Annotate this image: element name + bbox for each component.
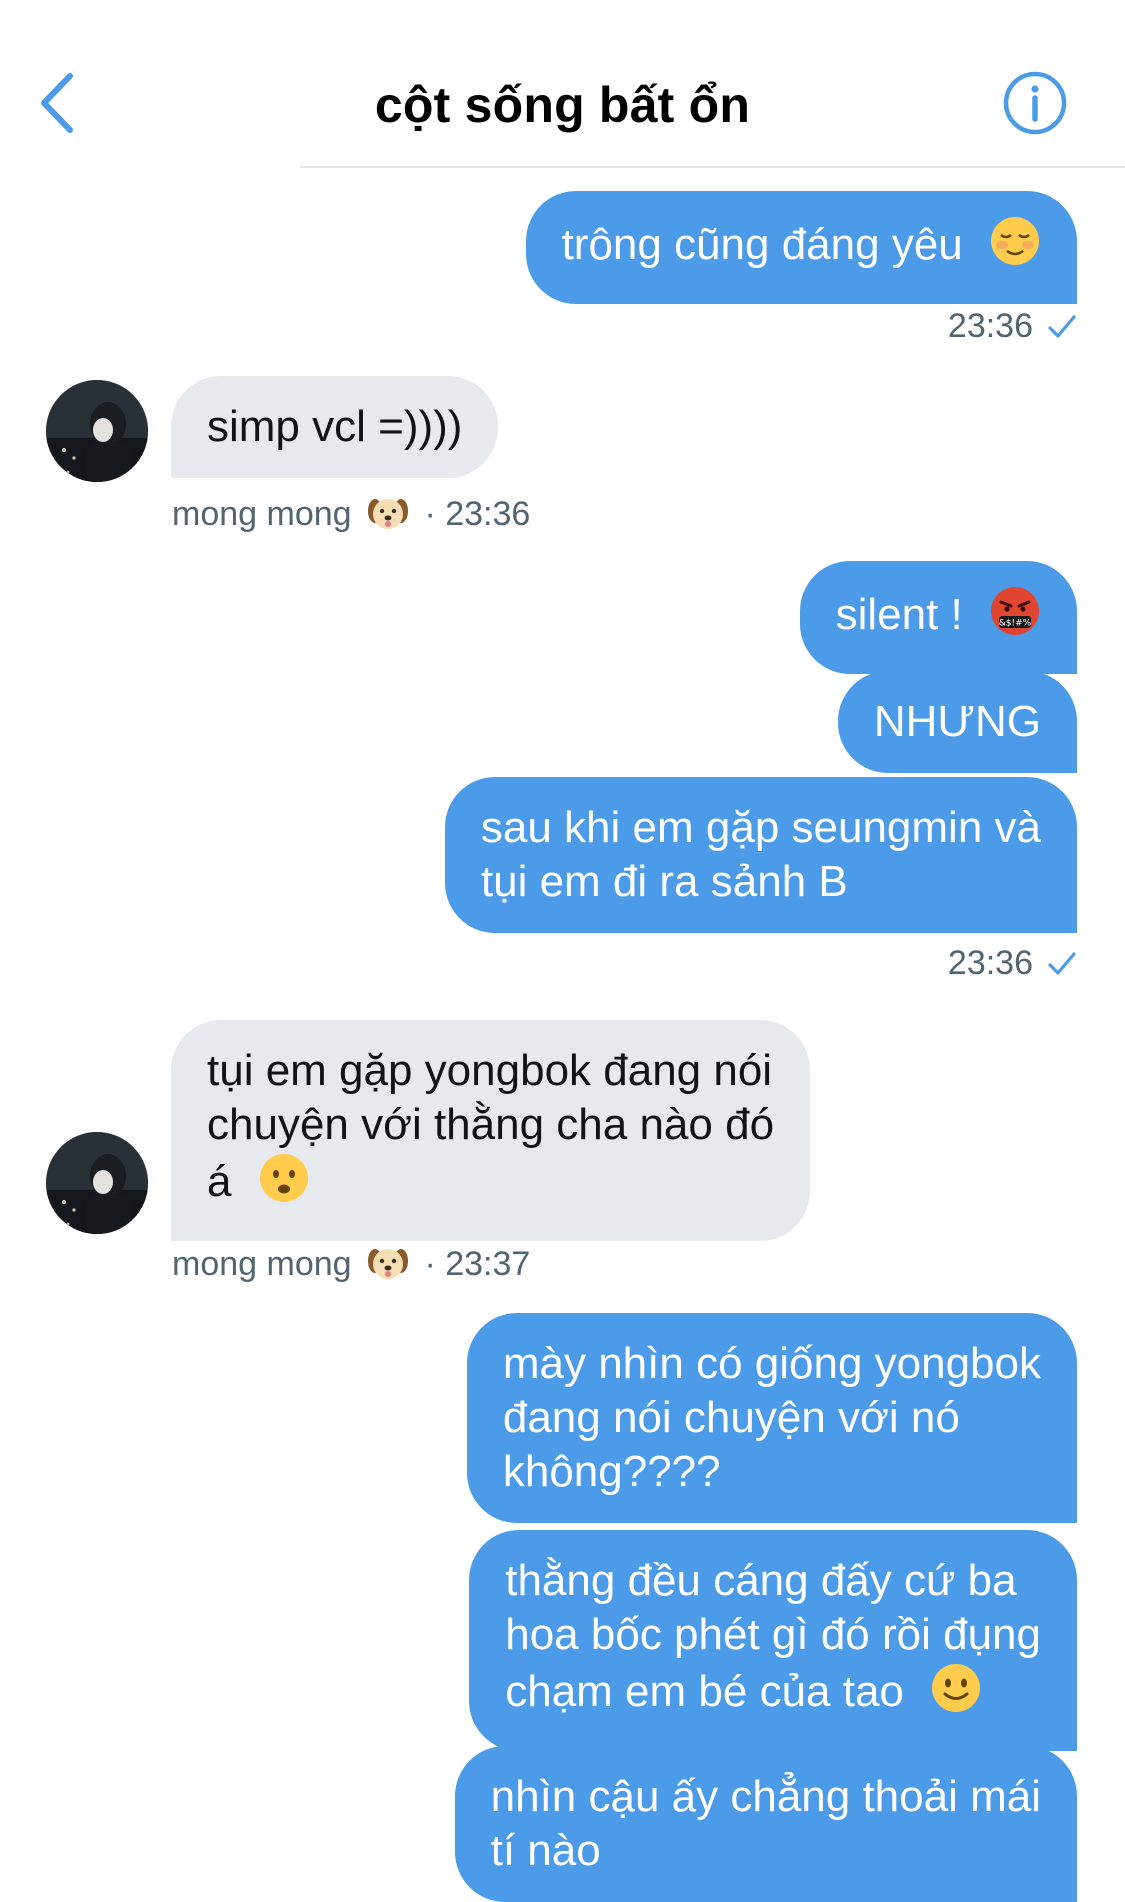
info-button[interactable]	[1002, 70, 1068, 136]
message-meta: mong mong · 23:37	[172, 1243, 530, 1292]
slightly-smiling-emoji	[930, 1662, 982, 1727]
conversation-title: cột sống bất ổn	[374, 77, 751, 133]
message-bubble-outgoing[interactable]: sau khi em gặp seungmin và tụi em đi ra …	[444, 777, 1077, 933]
timestamp-text: · 23:37	[424, 1245, 531, 1283]
timestamp-text: 23:36	[947, 307, 1033, 345]
cursing-face-emoji: &$!#%	[989, 585, 1041, 650]
check-icon	[1047, 948, 1077, 987]
message-timestamp: 23:36	[948, 944, 1077, 987]
message-line: tụi em gặp yongbok đang nói	[207, 1046, 773, 1095]
message-line: sau khi em gặp seungmin và	[480, 803, 1041, 852]
message-bubble-incoming[interactable]: tụi em gặp yongbok đang nói chuyện với t…	[171, 1020, 811, 1241]
message-line: đang nói chuyện với nó	[502, 1393, 960, 1442]
info-circle-icon	[1003, 71, 1067, 135]
message-timestamp: 23:36	[948, 307, 1077, 350]
header-divider	[300, 166, 1125, 168]
dog-face-emoji	[367, 1243, 409, 1292]
avatar[interactable]	[46, 380, 148, 482]
message-line: không????	[502, 1447, 721, 1496]
timestamp-text: 23:36	[947, 944, 1033, 982]
message-line: thằng đều cáng đấy cứ ba	[505, 1556, 1017, 1605]
message-line: tụi em đi ra sảnh B	[480, 857, 848, 906]
message-bubble-outgoing[interactable]: mày nhìn có giống yongbok đang nói chuyệ…	[466, 1313, 1077, 1523]
message-line: nhìn cậu ấy chẳng thoải mái	[490, 1772, 1041, 1821]
frowning-face-emoji	[258, 1152, 310, 1217]
message-line: hoa bốc phét gì đó rồi đụng	[505, 1610, 1041, 1659]
message-line: á	[207, 1157, 232, 1206]
message-bubble-outgoing[interactable]: thằng đều cáng đấy cứ ba hoa bốc phét gì…	[469, 1530, 1077, 1751]
message-text: silent !	[835, 590, 963, 639]
message-bubble-outgoing[interactable]: silent ! &$!#%	[799, 561, 1077, 674]
message-text: simp vcl =))))	[207, 402, 463, 451]
timestamp-text: · 23:36	[424, 495, 531, 533]
message-bubble-outgoing[interactable]: nhìn cậu ấy chẳng thoải mái tí nào	[454, 1746, 1077, 1902]
message-line: chuyện với thằng cha nào đó	[207, 1100, 775, 1149]
message-line: chạm em bé của tao	[505, 1667, 904, 1716]
relieved-blush-emoji	[989, 215, 1041, 280]
avatar[interactable]	[46, 1132, 148, 1234]
message-line: mày nhìn có giống yongbok	[502, 1339, 1041, 1388]
dog-face-emoji	[367, 493, 409, 542]
message-bubble-outgoing[interactable]: trông cũng đáng yêu	[525, 191, 1077, 304]
message-text: NHƯNG	[873, 697, 1041, 746]
conversation-header: cột sống bất ổn	[0, 0, 1125, 168]
sender-name: mong mong	[172, 495, 352, 533]
emoji-symbols: &$!#%	[999, 619, 1032, 629]
message-line: tí nào	[490, 1826, 601, 1875]
message-bubble-outgoing[interactable]: NHƯNG	[837, 671, 1077, 773]
sender-name: mong mong	[172, 1245, 352, 1283]
message-text: trông cũng đáng yêu	[561, 220, 963, 269]
message-meta: mong mong · 23:36	[172, 493, 530, 542]
check-icon	[1047, 311, 1077, 350]
message-bubble-incoming[interactable]: simp vcl =))))	[171, 376, 499, 478]
